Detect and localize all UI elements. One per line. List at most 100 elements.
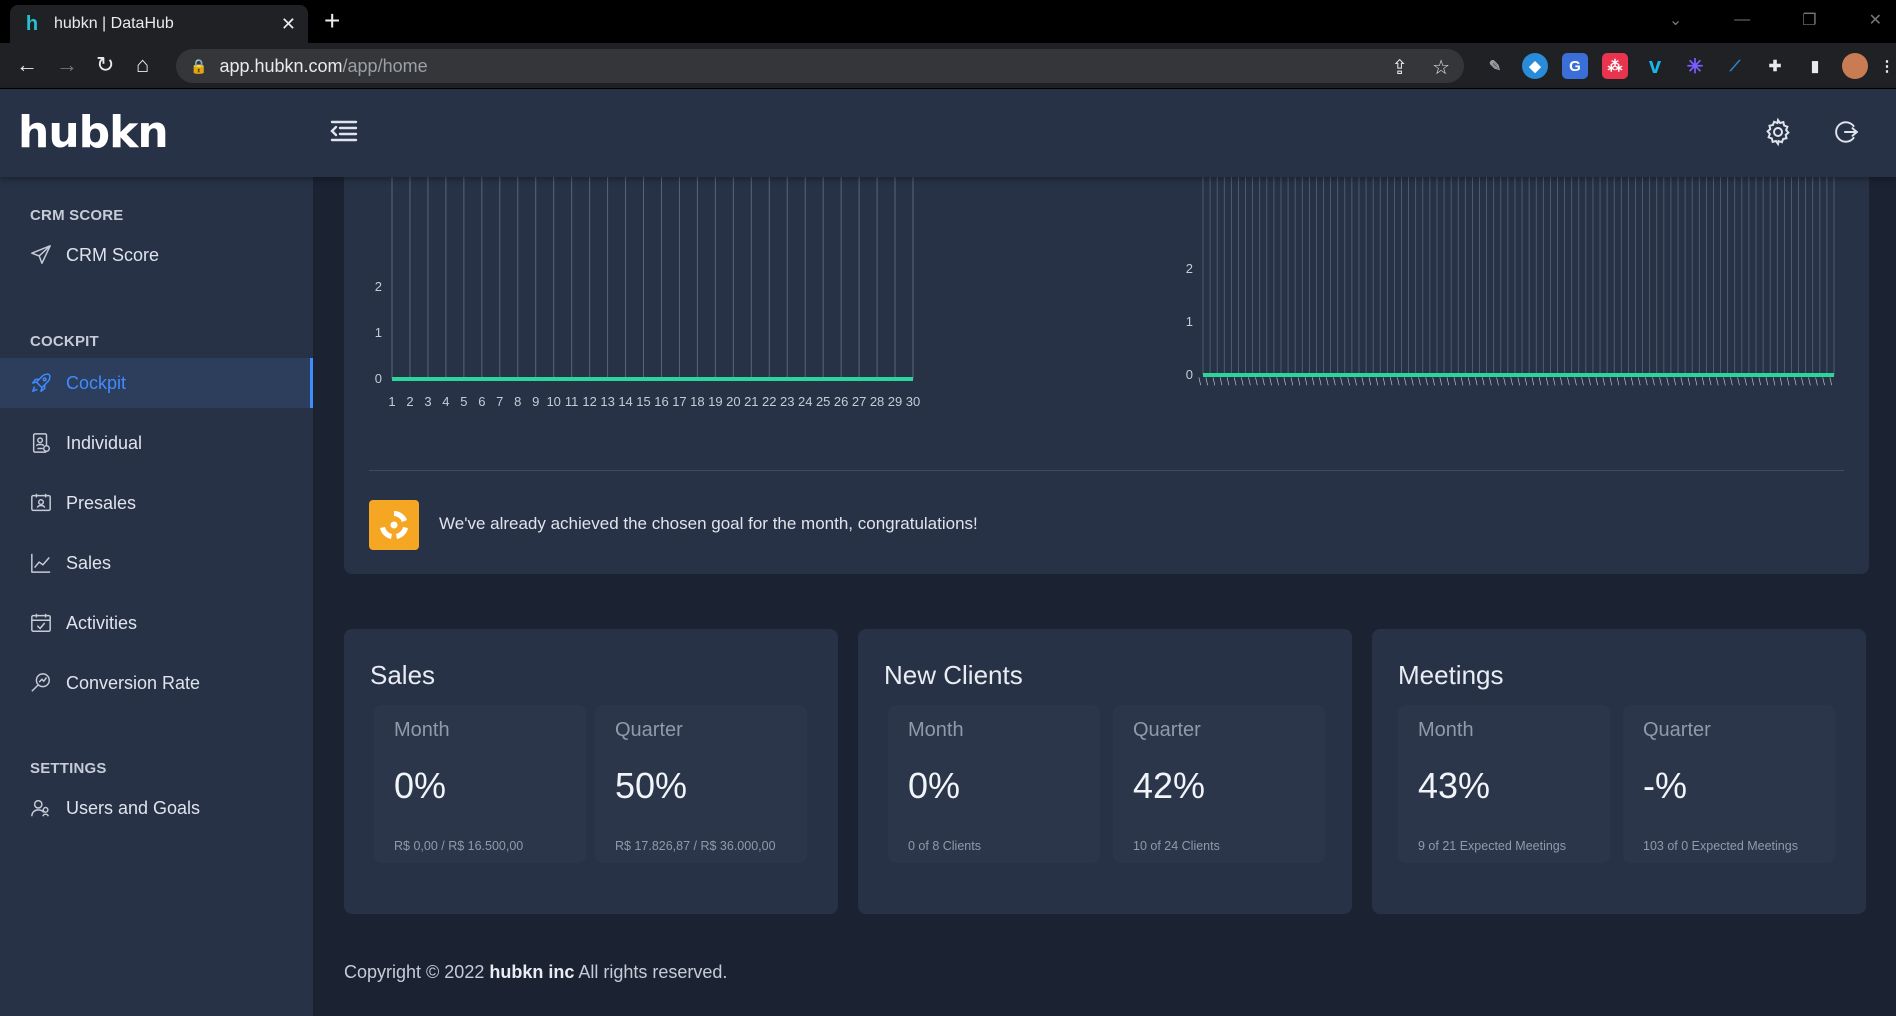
chart1-x-tick-label: 8 <box>514 394 521 409</box>
sidebar-item-label: Cockpit <box>66 372 127 393</box>
app-header: hubkn <box>0 89 1896 177</box>
sidebar-item-sales[interactable]: Sales <box>0 538 313 588</box>
dots-extension-icon[interactable]: ⁂ <box>1602 53 1628 79</box>
bookmark-star-icon[interactable]: ☆ <box>1432 55 1450 80</box>
browser-tab[interactable]: h hubkn | DataHub ✕ <box>10 5 308 43</box>
chart1-y-tick-label: 0 <box>375 371 382 386</box>
chart1-x-tick-label: 23 <box>780 394 794 409</box>
goal-message: We've already achieved the chosen goal f… <box>439 514 978 533</box>
id-badge-icon <box>32 433 50 453</box>
kpi-value: 0% <box>394 765 447 806</box>
share-icon[interactable]: ⇪ <box>1391 55 1408 80</box>
address-bar[interactable]: 🔒 app.hubkn.com/app/home ⇪ ☆ <box>176 49 1464 83</box>
kpi-period-label: Month <box>908 719 964 741</box>
chart1-x-tick-label: 14 <box>618 394 632 409</box>
minimize-icon[interactable]: — <box>1734 11 1750 29</box>
lock-icon: 🔒 <box>190 57 208 74</box>
chevron-down-icon[interactable]: ⌄ <box>1669 10 1682 30</box>
sidebar-item-individual[interactable]: Individual <box>0 418 313 468</box>
sidebar-section-cockpit: COCKPIT <box>30 333 99 350</box>
sidebar-item-crm-score[interactable]: CRM Score <box>0 230 313 280</box>
pen-extension-icon[interactable]: ✎ <box>1482 53 1508 79</box>
asterisk-extension-icon[interactable]: ✳ <box>1682 53 1708 79</box>
chart1-x-tick-label: 28 <box>870 394 884 409</box>
profile-avatar-icon[interactable] <box>1842 53 1868 79</box>
extensions-bar: ✎ ◆ G ⁂ v ✳ ⟋ ✚ ▮ ⋮ <box>1482 53 1895 79</box>
kpi-month-box: Month 0% 0 of 8 Clients <box>888 705 1100 863</box>
back-icon[interactable]: ← <box>16 53 38 77</box>
sidebar-item-cockpit[interactable]: Cockpit <box>0 358 313 408</box>
chart1-x-tick-label: 15 <box>636 394 650 409</box>
kpi-period-label: Quarter <box>1133 719 1201 741</box>
sidebar-item-label: Individual <box>66 432 143 453</box>
charts-svg: 1 2 3 4 5 6 7 8 9 10 11 12 13 14 15 16 17 18 19 20 21 22 23 24 2… <box>375 177 1837 409</box>
main-content: 1 2 3 4 5 6 7 8 9 10 11 12 13 14 15 16 17 18 19 20 21 22 23 24 2… <box>313 177 1896 1016</box>
feather-extension-icon[interactable]: ⟋ <box>1722 53 1748 79</box>
browser-toolbar: ← → ↻ ⌂ 🔒 app.hubkn.com/app/home ⇪ ☆ ✎ ◆… <box>0 43 1896 89</box>
kpi-detail: 103 of 0 Expected Meetings <box>1643 839 1798 853</box>
kpi-period-label: Month <box>1418 719 1474 741</box>
footer-copyright: Copyright © 2022 hubkn inc All rights re… <box>344 962 728 982</box>
puzzle-extension-icon[interactable]: ✚ <box>1762 53 1788 79</box>
side-panel-icon[interactable]: ▮ <box>1802 53 1828 79</box>
sidebar-item-label: Presales <box>66 492 137 513</box>
kpi-period-label: Month <box>394 719 450 741</box>
kpi-period-label: Quarter <box>1643 719 1711 741</box>
kpi-title: Sales <box>370 660 436 690</box>
chart1-x-tick-label: 12 <box>582 394 596 409</box>
send-icon <box>31 245 51 264</box>
kpi-month-box: Month 43% 9 of 21 Expected Meetings <box>1398 705 1610 863</box>
close-window-icon[interactable]: ✕ <box>1869 10 1882 30</box>
app-root: hubkn CRM SCORE CRM Score COCKPIT Cockpi… <box>0 89 1896 1016</box>
contact-card-icon <box>31 493 51 512</box>
chart1-x-tick-label: 1 <box>388 394 395 409</box>
chart1-x-tick-label: 5 <box>460 394 467 409</box>
kpi-card-new-clients: New Clients Month 0% 0 of 8 Clients Quar… <box>858 629 1352 914</box>
kpi-detail: 9 of 21 Expected Meetings <box>1418 839 1567 853</box>
restore-icon[interactable]: ❐ <box>1802 10 1816 30</box>
logout-icon[interactable] <box>1833 119 1859 145</box>
browser-tab-bar: h hubkn | DataHub ✕ + ⌄ — ❐ ✕ <box>0 0 1896 43</box>
calendar-check-icon <box>31 613 51 632</box>
divider <box>369 470 1844 471</box>
sidebar-item-conversion-rate[interactable]: Conversion Rate <box>0 658 313 708</box>
line-chart-icon <box>31 553 51 573</box>
chart2-y-tick-label: 2 <box>1186 261 1193 276</box>
chart2-y-tick-label: 0 <box>1186 367 1193 382</box>
sidebar-item-users-and-goals[interactable]: Users and Goals <box>0 783 313 833</box>
kpi-quarter-box: Quarter 50% R$ 17.826,87 / R$ 36.000,00 <box>595 705 807 863</box>
sidebar-item-activities[interactable]: Activities <box>0 598 313 648</box>
chart2-y-tick-label: 1 <box>1186 314 1193 329</box>
close-tab-icon[interactable]: ✕ <box>281 14 296 35</box>
reload-icon[interactable]: ↻ <box>96 53 114 77</box>
kpi-card-sales: Sales Month 0% R$ 0,00 / R$ 16.500,00 Qu… <box>344 629 838 914</box>
chart1-x-tick-label: 4 <box>442 394 449 409</box>
chart1-x-tick-label: 21 <box>744 394 758 409</box>
home-icon[interactable]: ⌂ <box>136 53 149 77</box>
chart1-x-tick-label: 19 <box>708 394 722 409</box>
forward-icon[interactable]: → <box>56 53 78 77</box>
kpi-month-box: Month 0% R$ 0,00 / R$ 16.500,00 <box>374 705 586 863</box>
vimeo-extension-icon[interactable]: v <box>1642 53 1668 79</box>
kpi-quarter-box: Quarter 42% 10 of 24 Clients <box>1113 705 1325 863</box>
kpi-card-meetings: Meetings Month 43% 9 of 21 Expected Meet… <box>1372 629 1866 914</box>
hubkn-favicon-icon: h <box>25 12 39 35</box>
url-text: app.hubkn.com/app/home <box>219 55 428 76</box>
translate-extension-icon[interactable]: G <box>1562 53 1588 79</box>
gear-icon[interactable] <box>1763 117 1793 147</box>
new-tab-button[interactable]: + <box>324 7 340 35</box>
hubkn-logo[interactable]: hubkn <box>18 107 169 158</box>
sidebar-item-label: Sales <box>66 552 112 573</box>
users-icon <box>31 799 50 817</box>
browser-menu-icon[interactable]: ⋮ <box>1880 53 1895 79</box>
kpi-detail: 0 of 8 Clients <box>908 839 981 853</box>
chart1-x-tick-label: 24 <box>798 394 812 409</box>
chart1-x-tick-label: 9 <box>532 394 539 409</box>
sidebar-item-presales[interactable]: Presales <box>0 478 313 528</box>
search-chart-icon <box>31 673 50 692</box>
browser-tab-title: hubkn | DataHub <box>54 15 174 32</box>
diamond-extension-icon[interactable]: ◆ <box>1522 53 1548 79</box>
sidebar-item-label: Conversion Rate <box>66 672 201 693</box>
menu-toggle-icon[interactable] <box>330 119 358 143</box>
kpi-value: -% <box>1643 765 1687 806</box>
